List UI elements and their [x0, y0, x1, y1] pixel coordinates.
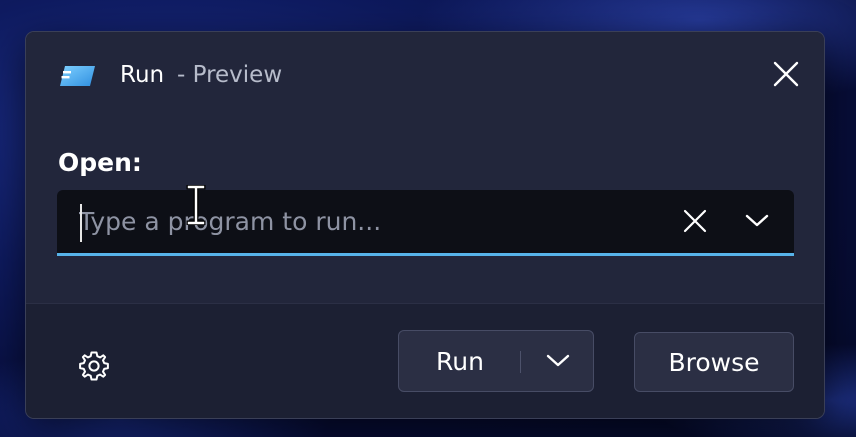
dialog-title: Run: [120, 62, 165, 88]
run-options-button[interactable]: [523, 331, 593, 391]
chevron-down-icon: [745, 214, 769, 227]
clear-icon: [683, 209, 707, 233]
run-dialog: Run - Preview Open: Run: [25, 31, 825, 419]
browse-button-label: Browse: [668, 347, 760, 377]
clear-input-button[interactable]: [675, 201, 715, 241]
run-app-icon: [60, 66, 95, 86]
text-caret: [80, 204, 82, 242]
browse-button[interactable]: Browse: [634, 332, 794, 392]
history-dropdown-button[interactable]: [737, 201, 777, 241]
close-icon: [773, 61, 799, 87]
title-bar: Run - Preview: [26, 32, 824, 112]
settings-button[interactable]: [73, 345, 115, 387]
open-combobox[interactable]: [57, 190, 794, 256]
close-button[interactable]: [766, 54, 806, 94]
mouse-ibeam-cursor: [186, 185, 206, 225]
open-label: Open:: [58, 148, 142, 177]
run-split-button: Run: [398, 330, 594, 392]
program-input[interactable]: [79, 190, 639, 253]
run-button[interactable]: Run: [399, 331, 521, 391]
run-button-label: Run: [436, 346, 484, 376]
gear-icon: [79, 351, 109, 381]
chevron-down-icon: [546, 354, 570, 367]
dialog-subtitle: - Preview: [177, 62, 283, 88]
split-divider: [520, 351, 521, 373]
